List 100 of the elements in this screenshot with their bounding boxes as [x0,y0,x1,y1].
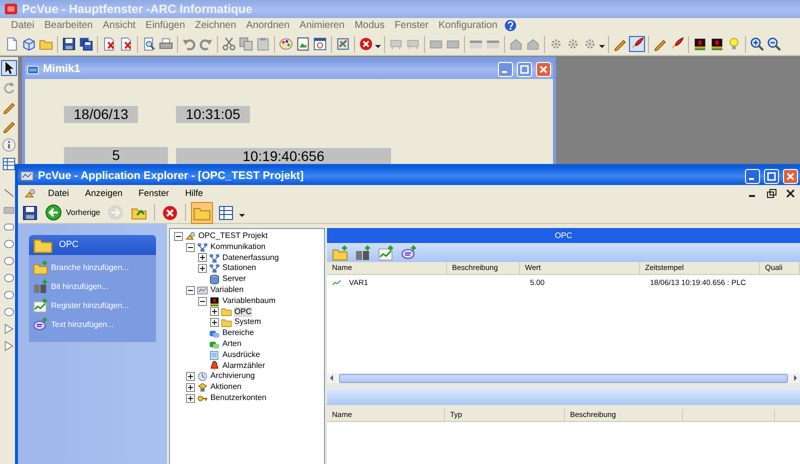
window-button[interactable] [312,36,328,52]
paste-icon [256,37,270,51]
menu-item[interactable]: Anzeigen [77,186,131,200]
menu-item[interactable]: Ansicht [98,18,141,33]
zoom-in-button[interactable] [749,36,765,52]
cancel-button[interactable] [358,36,374,52]
tree-item[interactable]: Bereiche [222,328,254,339]
back-button[interactable]: Vorherige [43,202,102,223]
menu-item[interactable]: Konfiguration [433,18,502,33]
ellipse-icon[interactable] [3,238,15,250]
picture-button[interactable] [295,36,311,52]
menu-item[interactable]: Datei [40,186,78,200]
menu-item[interactable]: Fenster [130,186,178,200]
menu-item[interactable]: Anordnen [241,18,295,33]
book-button[interactable] [709,36,725,52]
delete-document-button[interactable] [101,36,117,52]
tree-item[interactable]: Variablen [210,284,244,296]
menu-item[interactable]: Animieren [294,18,350,33]
tree-item[interactable]: OPC_TEST Projekt [198,231,268,242]
restore-button[interactable] [766,188,777,199]
network-icon [197,242,208,253]
tree-item[interactable]: Ausdrücke [222,350,260,361]
tree-item[interactable]: Alarmzähler [222,360,266,372]
add-register-button[interactable] [376,242,396,262]
maximize-button[interactable] [764,168,779,184]
expand-icon[interactable] [186,383,196,392]
rocket-icon [630,37,644,51]
variables-icon [197,284,208,296]
close-button[interactable] [785,188,796,199]
tree-item[interactable]: Server [222,274,246,285]
tree-item[interactable]: Kommunikation [210,242,266,253]
tree-item[interactable]: Archivierung [210,371,255,382]
menu-item[interactable]: Fenster [390,18,434,33]
printer-button[interactable] [158,36,174,52]
menu-item[interactable]: Modus [350,18,390,33]
pencil-icon[interactable] [2,100,16,114]
expand-icon[interactable] [198,253,208,262]
ellipse-icon[interactable] [3,289,15,301]
ellipse-icon[interactable] [3,272,15,284]
network-icon [209,263,220,274]
info-icon[interactable] [2,138,16,152]
undo-icon [182,37,196,51]
add-folder-button[interactable] [330,242,350,262]
triangle-icon[interactable] [3,340,15,352]
rocket-button[interactable] [669,36,685,52]
expand-icon[interactable] [210,318,220,328]
zoom-out-button[interactable] [766,36,782,52]
expand-icon[interactable] [186,394,196,403]
document-button[interactable] [4,36,20,52]
tree-item[interactable]: Variablenbaum [222,296,276,307]
expand-icon[interactable] [198,264,208,274]
tree-item[interactable]: Benutzerkonten [210,392,266,404]
menu-item[interactable]: Zeichnen [190,18,242,33]
menu-item[interactable]: Hilfe [177,186,212,200]
bulb-icon [727,37,741,51]
triangle-icon[interactable] [3,323,15,335]
ellipse-icon[interactable] [3,255,15,267]
gear-icon [583,37,597,51]
book-button[interactable] [692,36,708,52]
tree-item[interactable]: Arten [222,338,242,350]
print-preview-button[interactable] [141,36,157,52]
save-all-icon [79,37,93,51]
tree-item[interactable]: Datenerfassung [222,252,279,264]
palette-button[interactable] [278,36,294,52]
copy-button[interactable] [238,36,254,52]
cut-button[interactable] [221,36,237,52]
save-button[interactable] [61,36,77,52]
collapse-icon[interactable] [174,232,184,241]
expand-icon[interactable] [210,307,220,316]
window-title: Mimik1 [43,62,82,78]
add-bit-button[interactable] [353,242,373,262]
collapse-icon[interactable] [186,242,196,252]
help-icon[interactable] [504,18,518,32]
pointer-button[interactable] [1,60,17,76]
ellipse-icon[interactable] [3,306,15,318]
delete-document-button[interactable] [118,36,134,52]
tree-item[interactable]: Aktionen [210,382,242,393]
maximize-button[interactable] [517,62,532,77]
expand-icon[interactable] [186,372,196,382]
tree-item[interactable]: System [234,317,261,328]
rocket-button[interactable] [629,36,645,52]
tree-item[interactable]: OPC [234,306,252,318]
add-register-icon [378,244,394,260]
clock-icon [197,371,208,382]
grid-icon[interactable] [2,157,16,171]
cube-button[interactable] [21,36,37,52]
pencil-icon[interactable] [2,119,16,133]
notebook-button[interactable] [335,36,351,52]
line-icon[interactable] [3,187,15,199]
menu-item[interactable]: Einfügen [140,18,190,33]
chart-icon [332,278,342,288]
save-all-button[interactable] [78,36,94,52]
zoom-out-icon [767,37,781,51]
menu-item[interactable]: Bearbeiten [39,18,98,33]
tree-item[interactable]: Stationen [222,263,256,274]
menu-item[interactable]: Datei [6,18,40,33]
collapse-icon[interactable] [186,286,196,295]
book-icon [693,37,707,51]
rounded-rectangle-icon[interactable] [3,221,15,233]
collapse-icon[interactable] [198,296,208,306]
